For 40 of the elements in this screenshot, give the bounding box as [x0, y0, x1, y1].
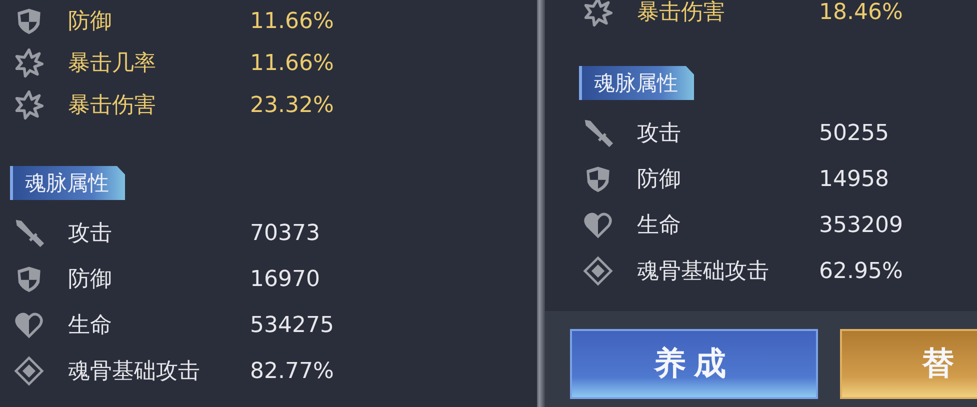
stat-label: 攻击 — [637, 120, 682, 148]
shield-icon — [584, 164, 612, 194]
stat-value: 534275 — [250, 312, 334, 338]
heart-icon — [583, 211, 613, 239]
section-title: 魂脉属性 — [10, 166, 125, 200]
stat-label: 防御 — [68, 266, 113, 294]
burst-icon — [14, 90, 44, 120]
heart-icon — [14, 311, 44, 339]
stat-value: 11.66% — [250, 8, 334, 34]
stat-value: 50255 — [819, 120, 889, 146]
stat-label: 防御 — [68, 8, 113, 36]
stat-label: 暴击几率 — [68, 50, 157, 78]
stat-value: 11.66% — [250, 50, 334, 76]
stat-value: 70373 — [250, 220, 320, 246]
diamond-icon — [14, 356, 44, 386]
stat-label: 防御 — [637, 166, 682, 194]
stat-label: 生命 — [637, 212, 682, 240]
stat-value: 353209 — [819, 212, 903, 238]
stat-label: 魂骨基础攻击 — [68, 358, 201, 386]
section-title: 魂脉属性 — [579, 66, 694, 100]
stat-value: 62.95% — [819, 258, 903, 284]
stat-label: 魂骨基础攻击 — [637, 258, 770, 286]
stat-value: 82.77% — [250, 358, 334, 384]
stat-label: 暴击伤害 — [637, 0, 726, 27]
stat-value: 18.46% — [819, 0, 903, 24]
stat-label: 攻击 — [68, 220, 113, 248]
burst-icon — [583, 0, 613, 27]
stat-label: 生命 — [68, 312, 113, 340]
action-button[interactable]: 替 — [840, 329, 977, 399]
diamond-icon — [583, 256, 613, 286]
sword-icon — [14, 218, 44, 248]
shield-icon — [15, 6, 43, 36]
sword-icon — [583, 118, 613, 148]
stat-value: 16970 — [250, 266, 320, 292]
stat-label: 暴击伤害 — [68, 92, 157, 120]
stat-value: 23.32% — [250, 92, 334, 118]
shield-icon — [15, 264, 43, 294]
burst-icon — [14, 48, 44, 78]
action-button[interactable]: 养成 — [570, 329, 818, 399]
stat-value: 14958 — [819, 166, 889, 192]
